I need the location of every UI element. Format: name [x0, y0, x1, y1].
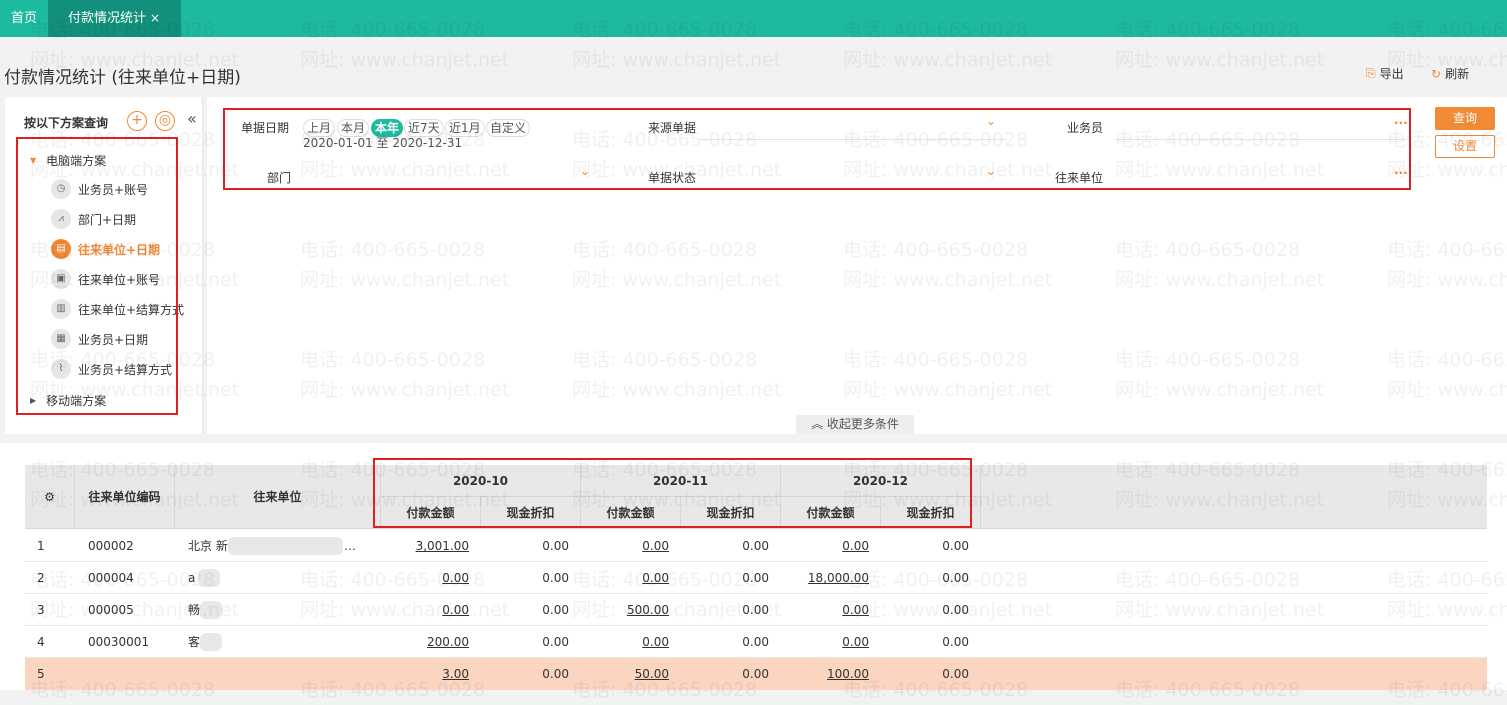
row-number: 4: [37, 635, 45, 649]
header-partner-name[interactable]: 往来单位: [175, 465, 381, 529]
cash-discount: 0.00: [742, 539, 769, 553]
tab-label: 付款情况统计: [68, 11, 147, 26]
pay-amount-link[interactable]: 0.00: [581, 626, 669, 658]
partner-code: 000005: [88, 603, 134, 617]
tab-home[interactable]: 首页: [0, 0, 48, 37]
pay-amount-link[interactable]: 0.00: [381, 594, 469, 626]
page-title: 付款情况统计 (往来单位+日期): [4, 68, 241, 88]
total-cash-discount: 0.00: [542, 667, 569, 681]
total-pay-amount[interactable]: 100.00: [781, 658, 869, 690]
redacted-mask: [198, 569, 220, 587]
refresh-icon: ↻: [1431, 66, 1442, 81]
header-partner-code[interactable]: 往来单位编码: [75, 465, 175, 529]
pay-amount-link[interactable]: 0.00: [781, 530, 869, 562]
pay-amount-link[interactable]: 0.00: [581, 562, 669, 594]
cash-discount: 0.00: [942, 603, 969, 617]
partner-code: 00030001: [88, 635, 150, 649]
cash-discount: 0.00: [942, 571, 969, 585]
pay-amount-link[interactable]: 0.00: [781, 594, 869, 626]
query-button[interactable]: 查询: [1435, 107, 1495, 130]
plan-heading: 按以下方案查询: [24, 116, 109, 130]
cash-discount: 0.00: [942, 539, 969, 553]
redacted-mask: [200, 601, 222, 619]
collapse-panel-icon[interactable]: «: [187, 109, 197, 128]
redacted-mask: [228, 537, 343, 555]
tab-bar: 首页 付款情况统计 ×: [0, 0, 1507, 37]
total-pay-amount[interactable]: 3.00: [381, 658, 469, 690]
cash-discount: 0.00: [742, 603, 769, 617]
cash-discount: 0.00: [742, 635, 769, 649]
export-icon: ⎘: [1366, 66, 1376, 80]
close-icon[interactable]: ×: [150, 11, 160, 25]
partner-name: a: [188, 571, 196, 585]
total-pay-amount[interactable]: 50.00: [581, 658, 669, 690]
row-number: 3: [37, 603, 45, 617]
pay-amount-link[interactable]: 0.00: [581, 530, 669, 562]
pay-amount-link[interactable]: 18,000.00: [781, 562, 869, 594]
partner-code: 000002: [88, 539, 134, 553]
export-button[interactable]: ⎘ 导出: [1366, 65, 1404, 82]
settings-button[interactable]: 设置: [1435, 135, 1495, 158]
page-header: 付款情况统计 (往来单位+日期) ⎘ 导出 ↻ 刷新: [0, 37, 1507, 97]
row-number: 5: [37, 667, 45, 681]
partner-name: 畅: [188, 603, 201, 617]
plan-settings-icon[interactable]: ◎: [155, 111, 175, 131]
column-settings-icon[interactable]: ⚙: [25, 465, 75, 529]
highlight-box: [223, 108, 1411, 190]
row-number: 1: [37, 539, 45, 553]
collapse-conditions-button[interactable]: ︽ 收起更多条件: [796, 415, 914, 434]
partner-code: 000004: [88, 571, 134, 585]
add-plan-icon[interactable]: +: [127, 111, 147, 131]
cash-discount: 0.00: [942, 635, 969, 649]
refresh-button[interactable]: ↻ 刷新: [1431, 65, 1469, 82]
partner-name: 北京 新: [188, 539, 228, 553]
cash-discount: 0.00: [542, 539, 569, 553]
pay-amount-link[interactable]: 0.00: [781, 626, 869, 658]
row-number: 2: [37, 571, 45, 585]
cash-discount: 0.00: [542, 603, 569, 617]
highlight-box: [16, 137, 178, 415]
header-empty: [981, 465, 1487, 529]
total-cash-discount: 0.00: [742, 667, 769, 681]
partner-name: 客: [188, 635, 201, 649]
total-cash-discount: 0.00: [942, 667, 969, 681]
pay-amount-link[interactable]: 3,001.00: [381, 530, 469, 562]
pay-amount-link[interactable]: 200.00: [381, 626, 469, 658]
cash-discount: 0.00: [742, 571, 769, 585]
tab-payment-stats[interactable]: 付款情况统计 ×: [48, 0, 182, 37]
highlight-box: [373, 458, 972, 528]
partner-name-tail: …: [344, 539, 356, 553]
cash-discount: 0.00: [542, 635, 569, 649]
redacted-mask: [200, 633, 222, 651]
pay-amount-link[interactable]: 500.00: [581, 594, 669, 626]
pay-amount-link[interactable]: 0.00: [381, 562, 469, 594]
chevron-up-icon: ︽: [811, 417, 827, 431]
cash-discount: 0.00: [542, 571, 569, 585]
